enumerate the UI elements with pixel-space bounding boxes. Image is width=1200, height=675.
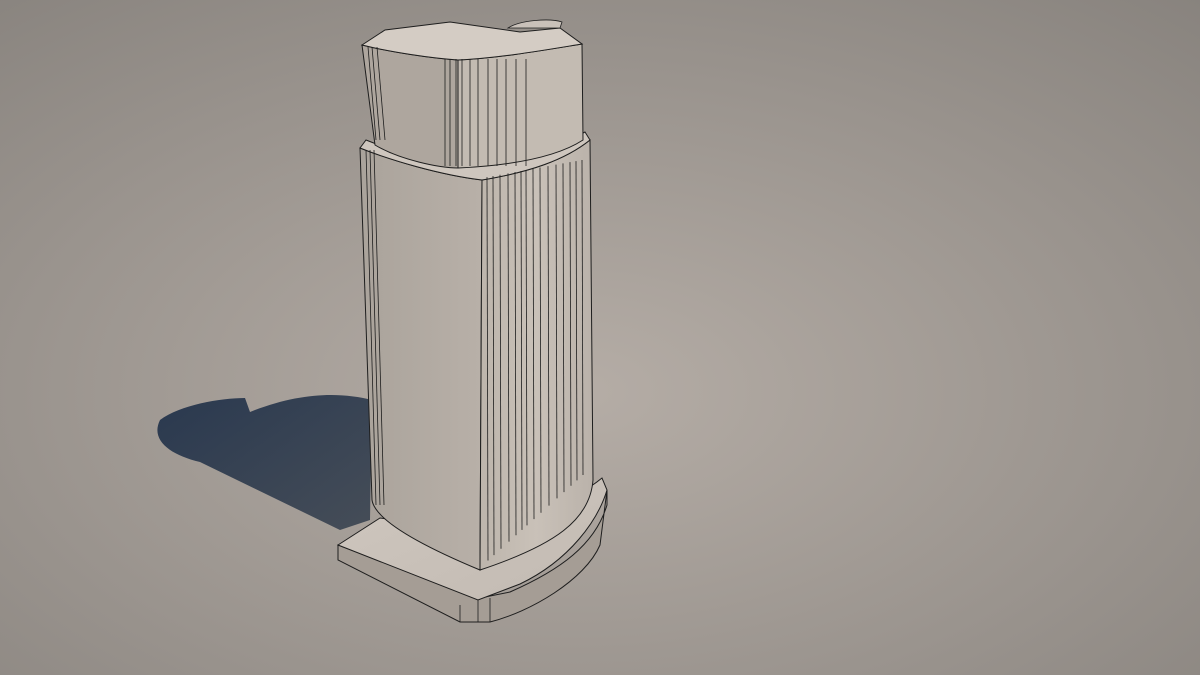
backdrop — [0, 0, 1200, 675]
tower-shaft — [359, 131, 594, 571]
tower-crown — [360, 19, 584, 169]
render-viewport — [0, 0, 1200, 675]
